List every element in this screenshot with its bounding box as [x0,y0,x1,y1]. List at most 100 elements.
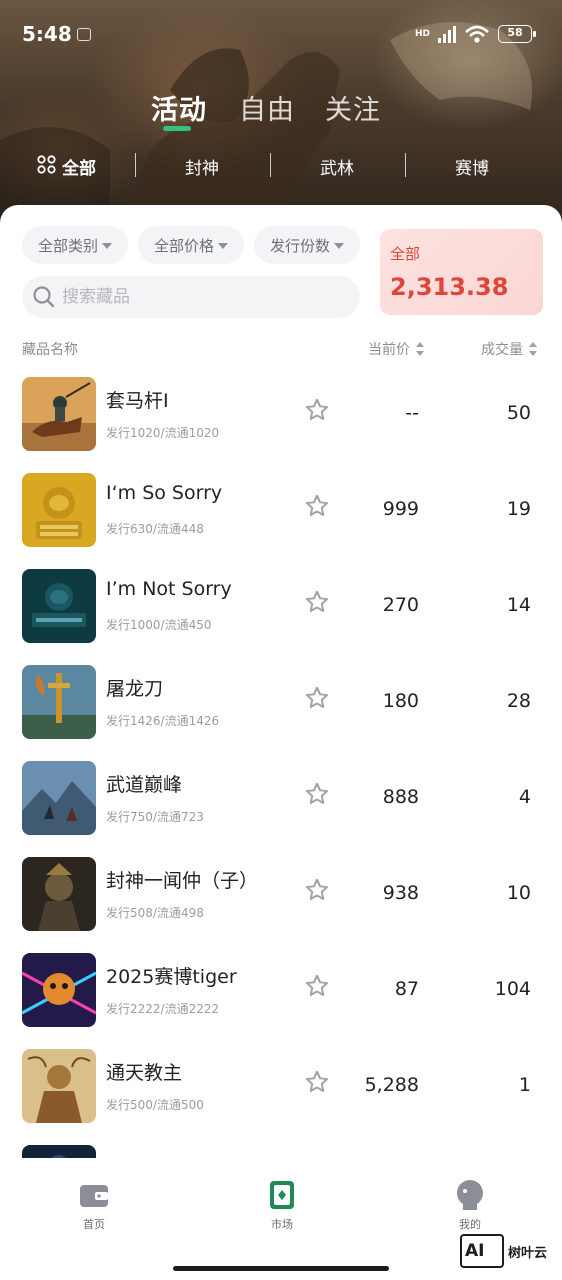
item-price: 180 [382,690,419,712]
nav-market-label: 市场 [271,1218,293,1231]
cyber-tiger-thumbnail [22,953,96,1027]
category-fengshen[interactable]: 封神 [185,154,219,179]
item-volume: 14 [506,594,531,616]
list-item[interactable]: 封神一闻仲（子） 发行508/流通498 938 10 [0,848,562,944]
category-wulin[interactable]: 武林 [320,154,354,179]
list-item[interactable]: 屠龙刀 发行1426/流通1426 180 28 [0,656,562,752]
nav-market[interactable]: 市场 [242,1178,322,1232]
list-item[interactable]: 2025赛博tiger 发行2222/流通2222 87 104 [0,944,562,1040]
item-price: 5,288 [364,1074,419,1096]
star-icon[interactable] [304,589,330,615]
item-volume: 104 [494,978,531,1000]
dark-warrior-thumbnail [22,857,96,931]
category-filter-label: 全部类别 [37,236,98,255]
partial-thumbnail [22,1145,96,1158]
list-item[interactable]: I‘m So Sorry 发行630/流通448 999 19 [0,464,562,560]
sort-icon [529,342,538,356]
item-price: -- [405,402,419,424]
list-item-partial[interactable] [0,1136,562,1158]
nav-profile-label: 我的 [459,1218,481,1231]
item-supply: 发行1426/流通1426 [106,714,220,728]
item-price: 270 [382,594,419,616]
column-volume-header[interactable]: 成交量 [481,339,538,359]
item-volume: 4 [518,786,531,808]
item-volume: 1 [518,1074,531,1096]
item-supply: 发行1020/流通1020 [106,426,220,440]
star-icon[interactable] [304,973,330,999]
category-bar: 全部 封神 武林 赛博 [0,150,562,184]
tab-follow[interactable]: 关注 [325,88,381,127]
active-tab-indicator [163,126,191,131]
signal-icon [438,25,456,43]
issue-filter[interactable]: 发行份数 [254,226,360,264]
status-time: 5:48 [22,22,72,46]
search-bar[interactable] [22,276,360,318]
category-all[interactable]: 全部 [62,154,96,179]
sort-icon [416,342,425,356]
item-name: I’m Not Sorry [106,578,232,600]
watermark-text: 树叶云 [508,1245,548,1261]
chevron-down-icon [334,243,344,249]
list-item[interactable]: 套马杆I 发行1020/流通1020 -- 50 [0,368,562,464]
collectible-list: 套马杆I 发行1020/流通1020 -- 50 I‘m So Sorry 发行… [0,368,562,1158]
wallet-icon [80,1185,108,1207]
star-icon[interactable] [304,493,330,519]
notification-icon [77,28,91,41]
category-saibo[interactable]: 赛博 [455,154,489,179]
star-icon[interactable] [304,1069,330,1095]
column-name-header: 藏品名称 [22,339,78,359]
item-supply: 发行750/流通723 [106,810,204,824]
item-name: 套马杆I [106,390,169,412]
item-name: 封神一闻仲（子） [106,870,259,892]
home-indicator [173,1266,389,1271]
item-name: 2025赛博tiger [106,966,237,988]
item-name: 通天教主 [106,1062,183,1084]
chevron-down-icon [102,243,112,249]
issue-filter-label: 发行份数 [269,236,330,255]
search-input[interactable] [62,282,342,312]
column-price-label: 当前价 [368,342,410,358]
gold-elephant-thumbnail [22,473,96,547]
item-supply: 发行630/流通448 [106,522,204,536]
item-volume: 28 [506,690,531,712]
teal-elephant-thumbnail [22,569,96,643]
list-item[interactable]: 武道巅峰 发行750/流通723 888 4 [0,752,562,848]
star-icon[interactable] [304,685,330,711]
column-price-header[interactable]: 当前价 [368,339,425,359]
item-name: 武道巅峰 [106,774,183,796]
column-volume-label: 成交量 [481,342,523,358]
tab-activity[interactable]: 活动 [151,88,207,127]
category-filter[interactable]: 全部类别 [22,226,128,264]
list-item[interactable]: I’m Not Sorry 发行1000/流通450 270 14 [0,560,562,656]
total-label: 全部 [390,245,421,263]
item-supply: 发行500/流通500 [106,1098,204,1112]
chevron-down-icon [218,243,228,249]
price-filter[interactable]: 全部价格 [138,226,244,264]
top-tabs: 活动 自由 关注 [0,88,562,138]
total-card[interactable]: 全部 2,313.38 [380,229,543,315]
network-type: HD [414,28,430,39]
item-name: I‘m So Sorry [106,482,223,504]
item-price: 938 [382,882,419,904]
horse-rider-thumbnail [22,377,96,451]
list-item[interactable]: 通天教主 发行500/流通500 5,288 1 [0,1040,562,1136]
tab-free[interactable]: 自由 [239,88,295,127]
item-volume: 10 [506,882,531,904]
watermark-logo: AI [460,1234,504,1268]
profile-icon [457,1180,483,1210]
nav-home[interactable]: 首页 [54,1178,134,1232]
dragon-sword-thumbnail [22,665,96,739]
star-icon[interactable] [304,877,330,903]
category-divider [405,153,406,177]
star-icon[interactable] [304,397,330,423]
golden-deity-thumbnail [22,1049,96,1123]
category-divider [270,153,271,177]
total-value: 2,313.38 [390,273,509,301]
nav-profile[interactable]: 我的 [430,1178,510,1232]
column-name-label: 藏品名称 [22,342,78,358]
star-icon[interactable] [304,781,330,807]
wifi-icon [465,25,489,43]
market-icon [270,1181,294,1209]
item-supply: 发行1000/流通450 [106,618,212,632]
item-volume: 19 [506,498,531,520]
